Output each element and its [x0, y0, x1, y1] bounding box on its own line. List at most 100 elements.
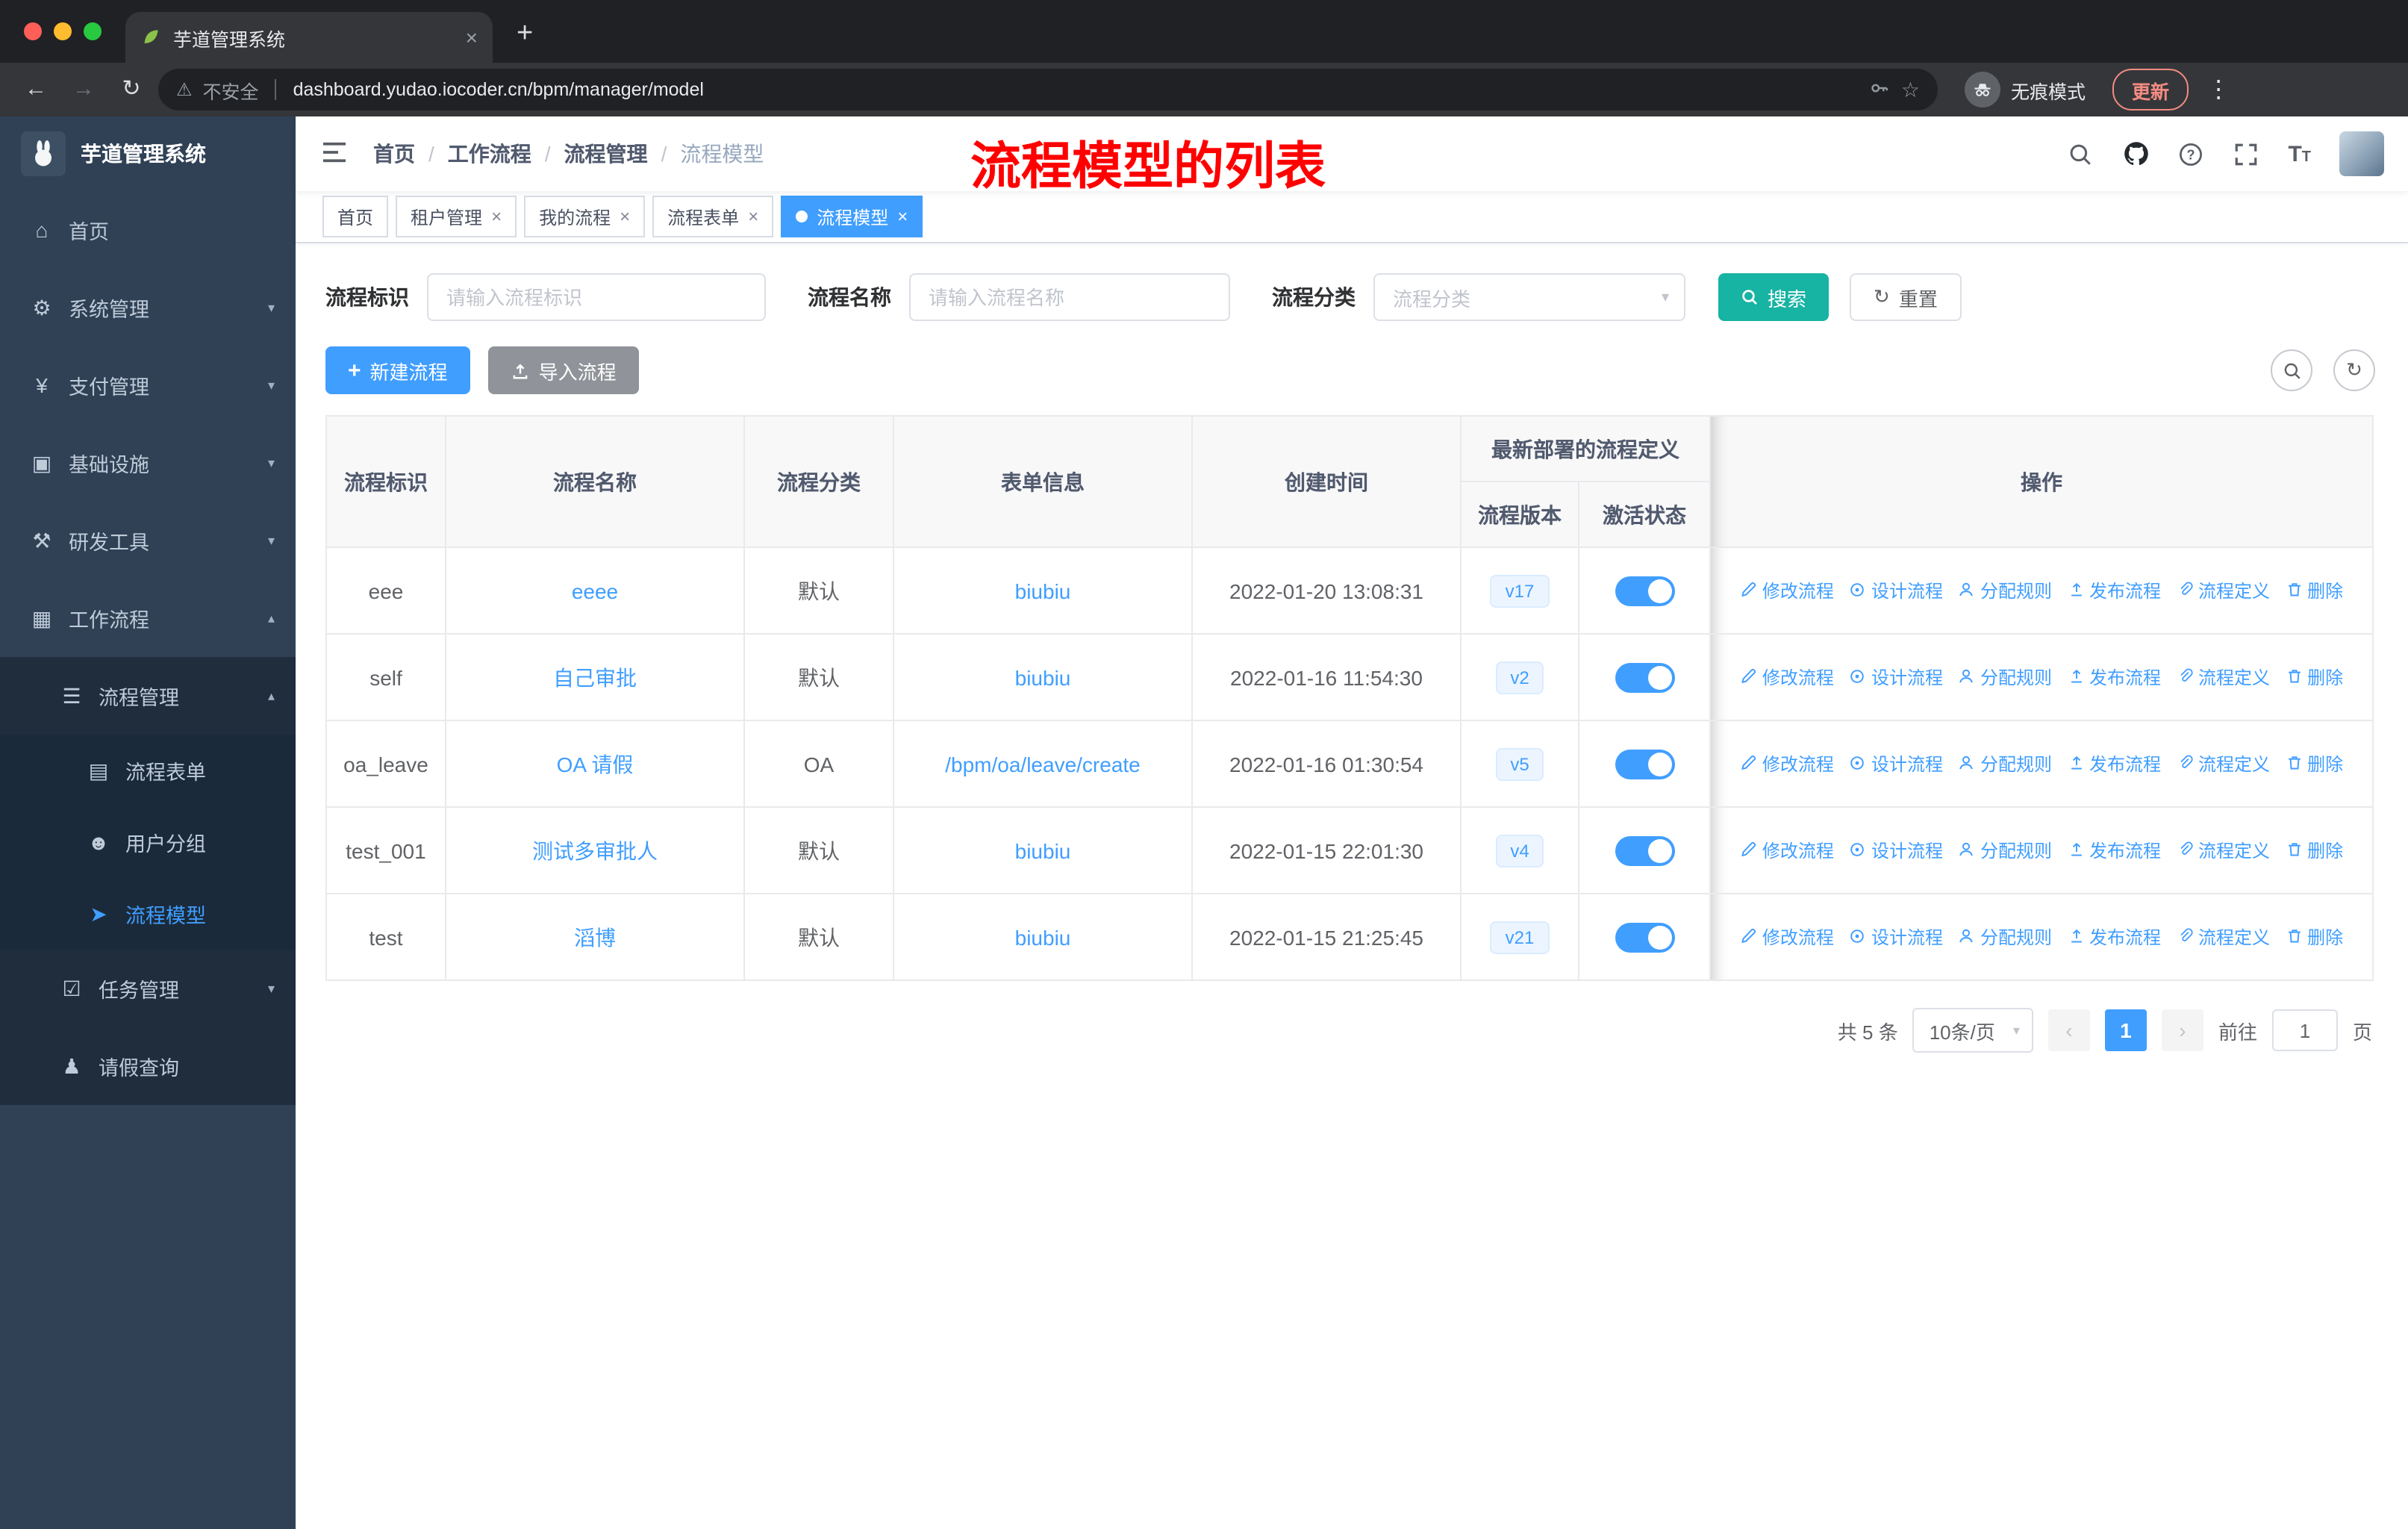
assign-rule-link[interactable]: 分配规则: [1958, 751, 2052, 776]
modify-process-link[interactable]: 修改流程: [1740, 838, 1834, 863]
github-icon[interactable]: [2122, 140, 2149, 167]
bookmark-star-icon[interactable]: ☆: [1901, 77, 1920, 102]
publish-process-link[interactable]: 发布流程: [2067, 924, 2161, 950]
form-info-link[interactable]: biubiu: [1015, 579, 1071, 602]
active-toggle[interactable]: [1615, 749, 1674, 779]
search-button[interactable]: 搜索: [1718, 273, 1830, 321]
design-process-link[interactable]: 设计流程: [1849, 924, 1943, 950]
sidebar-item-workflow[interactable]: ▦ 工作流程 ▴: [0, 579, 296, 657]
form-info-link[interactable]: /bpm/oa/leave/create: [945, 752, 1141, 776]
tag-close-icon[interactable]: ×: [897, 206, 908, 227]
delete-link[interactable]: 删除: [2285, 751, 2343, 776]
publish-process-link[interactable]: 发布流程: [2067, 751, 2161, 776]
process-name-link[interactable]: 自己审批: [553, 665, 637, 689]
prev-page-button[interactable]: ‹: [2047, 1009, 2090, 1051]
sidebar-item-infrastructure[interactable]: ▣ 基础设施 ▾: [0, 424, 296, 502]
sidebar-item-user-group[interactable]: ☻ 用户分组: [0, 806, 296, 878]
browser-tab[interactable]: 芋道管理系统 ×: [125, 12, 493, 63]
design-process-link[interactable]: 设计流程: [1849, 751, 1943, 776]
form-info-link[interactable]: biubiu: [1015, 838, 1071, 862]
create-process-button[interactable]: + 新建流程: [325, 346, 470, 394]
active-toggle[interactable]: [1615, 835, 1674, 865]
design-process-link[interactable]: 设计流程: [1849, 664, 1943, 690]
modify-process-link[interactable]: 修改流程: [1740, 751, 1834, 776]
sidebar-item-task-management[interactable]: ☑ 任务管理 ▾: [0, 950, 296, 1027]
form-info-link[interactable]: biubiu: [1015, 925, 1071, 949]
fullscreen-icon[interactable]: [2233, 140, 2259, 167]
back-button[interactable]: ←: [15, 69, 57, 110]
sidebar-item-home[interactable]: ⌂ 首页: [0, 191, 296, 269]
search-icon[interactable]: [2067, 140, 2094, 167]
sidebar-item-payment[interactable]: ¥ 支付管理 ▾: [0, 346, 296, 424]
modify-process-link[interactable]: 修改流程: [1740, 664, 1834, 690]
assign-rule-link[interactable]: 分配规则: [1958, 838, 2052, 863]
breadcrumb-home[interactable]: 首页: [373, 139, 415, 169]
window-zoom-button[interactable]: [84, 22, 102, 40]
browser-menu-icon[interactable]: ⋮: [2206, 75, 2230, 105]
active-toggle[interactable]: [1615, 922, 1674, 952]
process-name-input[interactable]: [909, 273, 1230, 321]
update-chip[interactable]: 更新: [2112, 69, 2189, 110]
sidebar-item-leave-query[interactable]: ♟ 请假查询: [0, 1027, 296, 1105]
tab-close-icon[interactable]: ×: [466, 25, 478, 49]
password-key-icon[interactable]: [1870, 77, 1891, 102]
sidebar-item-devtools[interactable]: ⚒ 研发工具 ▾: [0, 502, 296, 579]
tag-home[interactable]: 首页: [322, 196, 389, 237]
sidebar-item-system[interactable]: ⚙ 系统管理 ▾: [0, 269, 296, 346]
process-name-link[interactable]: 测试多审批人: [532, 838, 658, 862]
sidebar-item-process-model[interactable]: ➤ 流程模型: [0, 878, 296, 950]
process-definition-link[interactable]: 流程定义: [2176, 924, 2270, 950]
assign-rule-link[interactable]: 分配规则: [1958, 924, 2052, 950]
import-process-button[interactable]: 导入流程: [487, 346, 639, 394]
process-definition-link[interactable]: 流程定义: [2176, 838, 2270, 863]
process-name-link[interactable]: eeee: [572, 579, 618, 602]
tag-process-form[interactable]: 流程表单 ×: [652, 196, 774, 237]
publish-process-link[interactable]: 发布流程: [2067, 664, 2161, 690]
tag-close-icon[interactable]: ×: [748, 206, 758, 227]
tag-tenant-management[interactable]: 租户管理 ×: [396, 196, 517, 237]
process-name-link[interactable]: OA 请假: [557, 752, 634, 776]
sidebar-item-process-form[interactable]: ▤ 流程表单: [0, 735, 296, 806]
address-bar[interactable]: ⚠ 不安全 dashboard.yudao.iocoder.cn/bpm/man…: [158, 69, 1938, 110]
goto-page-input[interactable]: [2271, 1009, 2338, 1051]
assign-rule-link[interactable]: 分配规则: [1958, 578, 2052, 603]
delete-link[interactable]: 删除: [2285, 838, 2343, 863]
process-definition-link[interactable]: 流程定义: [2176, 664, 2270, 690]
breadcrumb-workflow[interactable]: 工作流程: [448, 139, 531, 169]
help-icon[interactable]: ?: [2177, 140, 2204, 167]
tag-process-model[interactable]: 流程模型 ×: [781, 196, 923, 237]
reload-button[interactable]: ↻: [110, 69, 152, 110]
tag-my-process[interactable]: 我的流程 ×: [524, 196, 646, 237]
delete-link[interactable]: 删除: [2285, 578, 2343, 603]
toggle-search-button[interactable]: [2271, 349, 2312, 391]
process-definition-link[interactable]: 流程定义: [2176, 751, 2270, 776]
design-process-link[interactable]: 设计流程: [1849, 838, 1943, 863]
user-avatar[interactable]: [2339, 131, 2384, 176]
form-info-link[interactable]: biubiu: [1015, 665, 1071, 689]
page-number-button[interactable]: 1: [2104, 1009, 2147, 1051]
forward-button[interactable]: →: [63, 69, 105, 110]
breadcrumb-process-management[interactable]: 流程管理: [564, 139, 648, 169]
process-name-link[interactable]: 滔博: [574, 925, 616, 949]
sidebar-collapse-icon[interactable]: [319, 137, 352, 170]
active-toggle[interactable]: [1615, 576, 1674, 605]
process-id-input[interactable]: [427, 273, 766, 321]
delete-link[interactable]: 删除: [2285, 924, 2343, 950]
tag-close-icon[interactable]: ×: [491, 206, 502, 227]
window-minimize-button[interactable]: [54, 22, 72, 40]
publish-process-link[interactable]: 发布流程: [2067, 578, 2161, 603]
new-tab-button[interactable]: +: [517, 18, 533, 51]
modify-process-link[interactable]: 修改流程: [1740, 924, 1834, 950]
modify-process-link[interactable]: 修改流程: [1740, 578, 1834, 603]
process-definition-link[interactable]: 流程定义: [2176, 578, 2270, 603]
reset-button[interactable]: ↻ 重置: [1850, 273, 1962, 321]
tag-close-icon[interactable]: ×: [620, 206, 630, 227]
window-close-button[interactable]: [24, 22, 42, 40]
publish-process-link[interactable]: 发布流程: [2067, 838, 2161, 863]
next-page-button[interactable]: ›: [2161, 1009, 2203, 1051]
refresh-table-button[interactable]: ↻: [2333, 349, 2375, 391]
page-size-select[interactable]: 10条/页 ▾: [1912, 1008, 2033, 1053]
delete-link[interactable]: 删除: [2285, 664, 2343, 690]
active-toggle[interactable]: [1615, 662, 1674, 692]
sidebar-item-process-management[interactable]: ☰ 流程管理 ▴: [0, 657, 296, 735]
